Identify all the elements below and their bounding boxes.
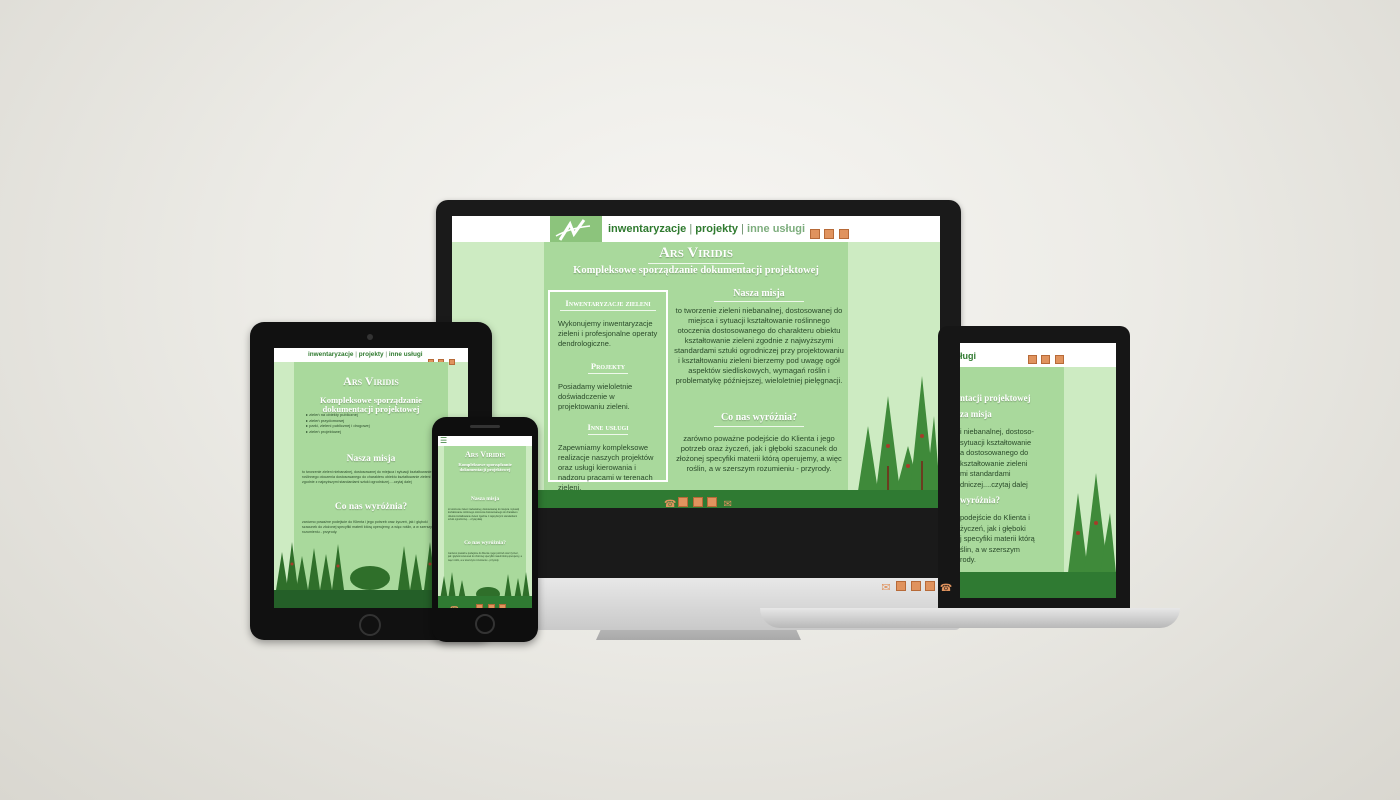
social-icon-3[interactable] bbox=[838, 229, 849, 239]
laptop-social-icon-3[interactable] bbox=[1054, 355, 1064, 364]
footer-social-icon-2[interactable] bbox=[692, 497, 703, 507]
laptop-mission-text: i niebanalnej, dostoso- sytuacji kształt… bbox=[960, 427, 1034, 489]
laptop-mission-tail: za misja bbox=[960, 409, 992, 419]
distinct-text: zarówno poważne podejście do Klienta i j… bbox=[676, 434, 842, 473]
laptop-footer bbox=[960, 572, 1116, 598]
phone-footer-social-1[interactable] bbox=[476, 604, 484, 608]
laptop-social-icon-2[interactable] bbox=[1041, 355, 1051, 364]
menu-icon[interactable]: ☰ bbox=[440, 437, 447, 445]
phone-top-bar: ☰ bbox=[438, 436, 532, 446]
laptop-base bbox=[760, 608, 1180, 628]
laptop-social-icon-1[interactable] bbox=[1028, 355, 1037, 364]
laptop-footer-social-1[interactable] bbox=[896, 581, 907, 591]
distinct-title: Co nas wyróżnia? bbox=[720, 412, 798, 423]
tablet-nav: inwentaryzacje | projekty | inne usługi bbox=[308, 351, 423, 358]
inne-uslugi-text: Zapewniamy kompleksowe realizacje naszyc… bbox=[558, 443, 654, 492]
mission-title: Nasza misja bbox=[733, 288, 785, 299]
laptop-mail-icon[interactable]: ✉ bbox=[880, 583, 892, 594]
phone-home-button[interactable] bbox=[475, 614, 495, 634]
phone-footer-social-3[interactable] bbox=[499, 604, 507, 608]
projekty-title: Projekty bbox=[590, 361, 626, 371]
nav-inne-uslugi[interactable]: inne usługi bbox=[747, 223, 805, 235]
inne-uslugi-title: Inne usługi bbox=[587, 422, 629, 432]
nav-projekty[interactable]: projekty bbox=[695, 223, 738, 235]
tablet-mission-title: Nasza misja bbox=[346, 454, 396, 464]
phone-footer: ☎ ✉ bbox=[438, 596, 532, 608]
laptop-trees-illustration bbox=[1068, 473, 1116, 573]
tablet-mission-text: to tworzenie zieleni niebanalnej, dostos… bbox=[302, 470, 432, 484]
nav-inwentaryzacje[interactable]: inwentaryzacje bbox=[608, 223, 686, 235]
tablet-camera bbox=[367, 334, 373, 340]
laptop-footer-icons: ✉ ☎ bbox=[880, 578, 952, 596]
title-underline bbox=[648, 263, 744, 264]
list-item: ▸ zieleń projektowej bbox=[306, 428, 341, 434]
tablet-distinct-text: zarówno poważne podejście do Klienta i j… bbox=[302, 520, 435, 534]
laptop-distinct-tail: wyróżnia? bbox=[960, 495, 1000, 505]
projekty-text: Posiadamy wieloletnie doświadczenie w pr… bbox=[558, 382, 633, 411]
tablet-title: Ars Viridis bbox=[343, 374, 399, 388]
laptop-nav-tail[interactable]: ługi bbox=[960, 351, 976, 361]
footer-social-icon-1[interactable] bbox=[678, 497, 689, 507]
footer-social-icon-3[interactable] bbox=[707, 497, 718, 507]
distinct-underline bbox=[714, 426, 804, 427]
phone-distinct-text: zarówno poważne podejście do Klienta i j… bbox=[448, 552, 522, 562]
mail-icon[interactable]: ✉ bbox=[722, 500, 734, 509]
main-nav: inwentaryzacje | projekty | inne usługi bbox=[608, 223, 806, 235]
services-box: Inwentaryzacje zieleni Wykonujemy inwent… bbox=[548, 290, 668, 492]
phone-speaker bbox=[470, 425, 500, 428]
inwentaryzacje-text: Wykonujemy inwentaryzacje zieleni i prof… bbox=[558, 319, 658, 348]
phone-footer-social-2[interactable] bbox=[487, 604, 495, 608]
phone-title: Ars Viridis bbox=[464, 450, 506, 459]
mission-underline bbox=[714, 301, 804, 302]
social-icon-2[interactable] bbox=[824, 229, 835, 239]
site-subtitle: Kompleksowe sporządzanie dokumentacji pr… bbox=[573, 265, 819, 276]
laptop-phone-icon[interactable]: ☎ bbox=[940, 584, 952, 594]
social-icon-1[interactable] bbox=[810, 229, 820, 239]
laptop-distinct-text: podejście do Klienta i życzeń, jak i głę… bbox=[960, 513, 1035, 564]
tablet-social-icon-3[interactable] bbox=[448, 359, 455, 365]
phone-phone-icon[interactable]: ☎ bbox=[450, 606, 459, 608]
inwentaryzacje-title: Inwentaryzacje zieleni bbox=[565, 298, 651, 308]
trees-illustration bbox=[858, 376, 940, 491]
phone-subtitle: Kompleksowe sporządzanie dokumentacji pr… bbox=[458, 462, 512, 472]
tablet-service-list: ▸ zieleń na obiekty publicznej ▸ zieleń … bbox=[306, 412, 370, 434]
tablet-distinct-title: Co nas wyróżnia? bbox=[334, 502, 408, 512]
mission-text: to tworzenie zieleni niebanalnej, dostos… bbox=[674, 306, 844, 385]
phone-screen: ☰ Ars Viridis Kompleksowe sporządzanie d… bbox=[438, 436, 532, 608]
footer-icons: ☎ ✉ bbox=[664, 494, 734, 508]
phone-mission-text: to tworzenie zieleni niebanalnej, dostos… bbox=[448, 508, 520, 522]
site-title: Ars Viridis bbox=[658, 245, 734, 261]
laptop-footer-social-3[interactable] bbox=[925, 581, 936, 591]
phone-mission-title: Nasza misja bbox=[470, 496, 500, 502]
laptop-footer-social-2[interactable] bbox=[910, 581, 921, 591]
tablet-home-button[interactable] bbox=[359, 614, 381, 636]
logo-block bbox=[550, 216, 602, 244]
phone-footer-icons: ☎ ✉ bbox=[450, 598, 532, 608]
phone-icon[interactable]: ☎ bbox=[664, 500, 676, 509]
phone-distinct-title: Co nas wyróżnia? bbox=[464, 540, 506, 546]
laptop-subtitle-tail: ntacji projektowej bbox=[960, 393, 1031, 403]
logo-icon bbox=[555, 219, 591, 241]
laptop-screen: ługi ntacji projektowej za misja i nieba… bbox=[960, 343, 1116, 598]
